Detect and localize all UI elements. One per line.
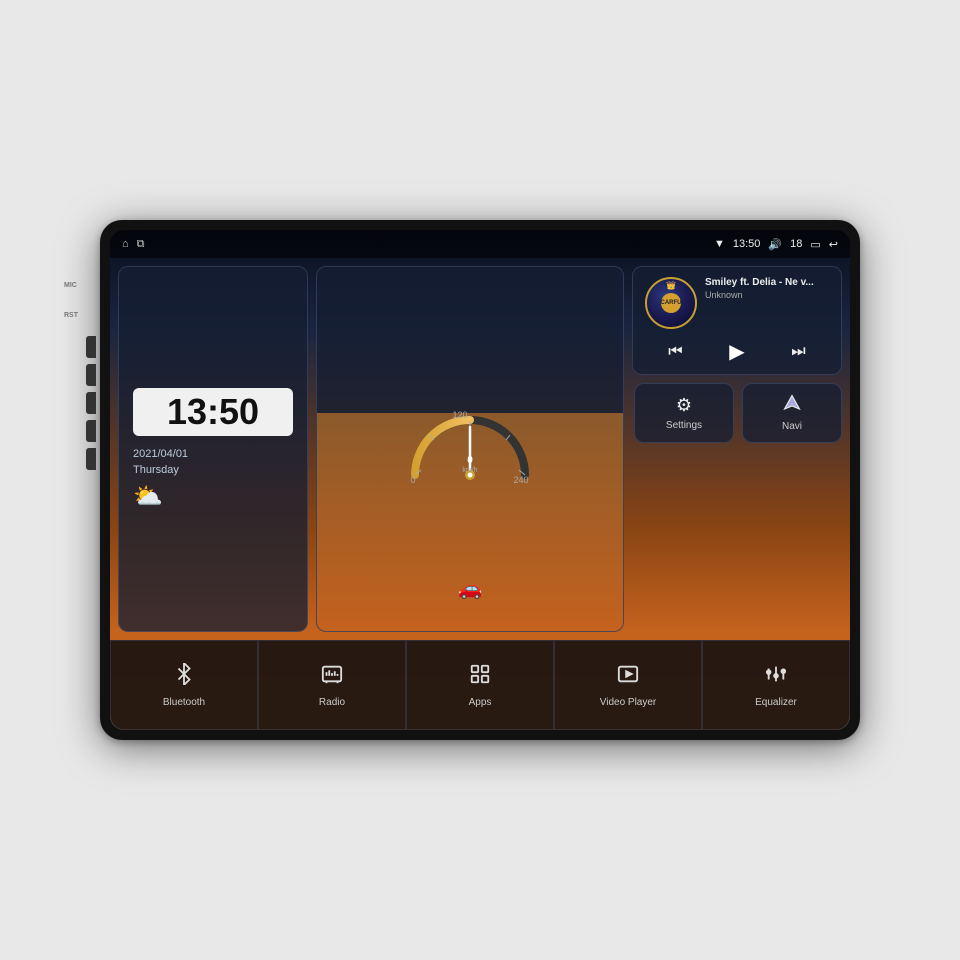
top-row: 13:50 2021/04/01 Thursday ⛅ (118, 266, 842, 632)
bluetooth-icon (173, 663, 195, 691)
clock-day: Thursday (133, 464, 293, 476)
volume-icon: 🔊 (768, 238, 782, 251)
clock-display: 13:50 (133, 388, 293, 436)
settings-navi-row: ⚙ Settings Navi (632, 383, 842, 443)
bluetooth-label: Bluetooth (163, 697, 205, 708)
side-buttons: MIC RST (86, 280, 96, 470)
navi-widget[interactable]: Navi (742, 383, 842, 443)
settings-label: Settings (666, 420, 702, 431)
status-left-icons: ⌂ ⧉ (122, 238, 145, 251)
settings-widget[interactable]: ⚙ Settings (634, 383, 734, 443)
weather-row: ⛅ (133, 482, 293, 511)
svg-text:km/h: km/h (462, 467, 477, 474)
gauge-svg: 0 120 240 0 km/h (405, 405, 535, 485)
settings-icon: ⚙ (676, 395, 692, 416)
mic-label: MIC (64, 282, 77, 289)
music-artist: Unknown (705, 290, 829, 300)
car-icon: 🚗 (458, 576, 483, 601)
vol-down-button[interactable] (86, 448, 96, 470)
right-column: CARFU 👑 Smiley ft. Delia - Ne v... Unkno… (632, 266, 842, 632)
back-button[interactable] (86, 392, 96, 414)
weather-icon: ⛅ (133, 482, 163, 511)
radio-icon (321, 663, 343, 691)
battery-icon: ▭ (810, 238, 820, 251)
equalizer-label: Equalizer (755, 697, 797, 708)
play-button[interactable]: ▶ (729, 339, 744, 364)
svg-text:0: 0 (467, 455, 473, 466)
volume-value: 18 (790, 238, 802, 250)
clock-time: 13:50 (143, 394, 283, 430)
speedometer-widget: 0 120 240 0 km/h 🚗 (316, 266, 624, 632)
screen: ⌂ ⧉ ▼ 13:50 🔊 18 ▭ ↩ 13:50 2021/04/ (110, 230, 850, 730)
home-status-icon: ⌂ (122, 238, 129, 250)
music-details: Smiley ft. Delia - Ne v... Unknown (705, 277, 829, 300)
status-right-info: ▼ 13:50 🔊 18 ▭ ↩ (714, 238, 838, 251)
video-player-label: Video Player (600, 697, 657, 708)
album-label: CARFU (661, 293, 681, 313)
wifi-icon: ▼ (714, 238, 725, 250)
bottom-dock: Bluetooth Rad (110, 640, 850, 730)
status-time: 13:50 (733, 238, 761, 250)
bluetooth-dock-item[interactable]: Bluetooth (110, 640, 258, 730)
music-title: Smiley ft. Delia - Ne v... (705, 277, 829, 288)
apps-icon (469, 663, 491, 691)
prev-button[interactable]: ⏮ (668, 343, 682, 361)
radio-dock-item[interactable]: Radio (258, 640, 406, 730)
home-button[interactable] (86, 364, 96, 386)
album-art: CARFU 👑 (645, 277, 697, 329)
svg-text:120: 120 (452, 410, 467, 420)
gauge-container: 0 120 240 0 km/h (405, 405, 535, 490)
navi-icon (783, 394, 801, 417)
apps-label: Apps (469, 697, 492, 708)
navi-label: Navi (782, 421, 802, 432)
app-status-icon: ⧉ (137, 238, 145, 251)
power-button[interactable] (86, 336, 96, 358)
apps-dock-item[interactable]: Apps (406, 640, 554, 730)
music-info-row: CARFU 👑 Smiley ft. Delia - Ne v... Unkno… (645, 277, 829, 329)
back-icon: ↩ (829, 238, 838, 251)
video-player-icon (617, 663, 639, 691)
clock-date: 2021/04/01 (133, 448, 293, 460)
svg-text:0: 0 (410, 475, 415, 485)
clock-widget: 13:50 2021/04/01 Thursday ⛅ (118, 266, 308, 632)
status-bar: ⌂ ⧉ ▼ 13:50 🔊 18 ▭ ↩ (110, 230, 850, 258)
radio-label: Radio (319, 697, 345, 708)
video-player-dock-item[interactable]: Video Player (554, 640, 702, 730)
rst-label: RST (64, 312, 78, 319)
svg-text:240: 240 (513, 475, 528, 485)
music-controls[interactable]: ⏮ ▶ ⏭ (645, 339, 829, 364)
equalizer-dock-item[interactable]: Equalizer (702, 640, 850, 730)
car-head-unit: MIC RST ⌂ ⧉ ▼ 13:50 🔊 18 ▭ ↩ (100, 220, 860, 740)
vol-up-button[interactable] (86, 420, 96, 442)
next-button[interactable]: ⏭ (791, 343, 805, 361)
music-widget: CARFU 👑 Smiley ft. Delia - Ne v... Unkno… (632, 266, 842, 375)
main-content: 13:50 2021/04/01 Thursday ⛅ (110, 258, 850, 640)
equalizer-icon (765, 663, 787, 691)
